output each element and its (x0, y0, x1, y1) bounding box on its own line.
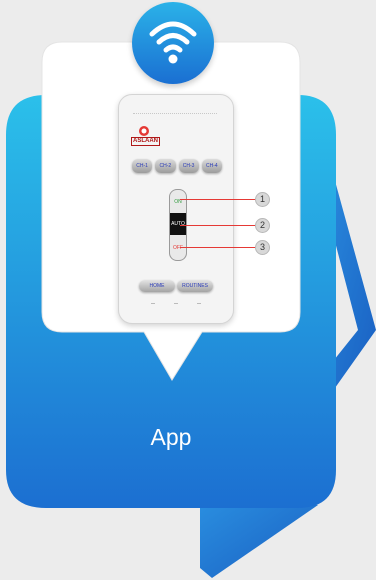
card-label: App (150, 424, 192, 450)
channel-3-button[interactable]: CH-3 (178, 159, 199, 173)
routines-button[interactable]: ROUTINES (177, 280, 213, 292)
channel-buttons: CH-1 CH-2 CH-3 CH-4 (132, 159, 222, 173)
switch-off-label[interactable]: OFF (170, 245, 186, 251)
callout-line-1 (180, 199, 256, 200)
brand-name: ASLAAN (131, 137, 160, 146)
wifi-icon (149, 21, 197, 64)
phone-screen: ASLAAN CH-1 CH-2 CH-3 CH-4 ON AUTO OFF H… (118, 94, 234, 324)
callout-2: 2 (255, 218, 270, 233)
callout-1: 1 (255, 192, 270, 207)
switch-auto-label: AUTO (171, 221, 185, 227)
nav-recent-icon[interactable] (197, 303, 201, 304)
channel-2-button[interactable]: CH-2 (155, 159, 176, 173)
nav-back-icon[interactable] (151, 303, 155, 304)
lion-icon (139, 126, 149, 136)
callout-line-3 (180, 247, 256, 248)
callout-line-2 (180, 225, 256, 226)
switch-auto-position[interactable]: AUTO (170, 213, 186, 235)
home-button[interactable]: HOME (139, 280, 175, 292)
wifi-badge (132, 2, 214, 84)
status-bar (133, 113, 217, 116)
nav-home-icon[interactable] (174, 303, 178, 304)
callout-3: 3 (255, 240, 270, 255)
channel-1-button[interactable]: CH-1 (132, 159, 153, 173)
channel-4-button[interactable]: CH-4 (201, 159, 222, 173)
brand-logo: ASLAAN (131, 125, 160, 147)
